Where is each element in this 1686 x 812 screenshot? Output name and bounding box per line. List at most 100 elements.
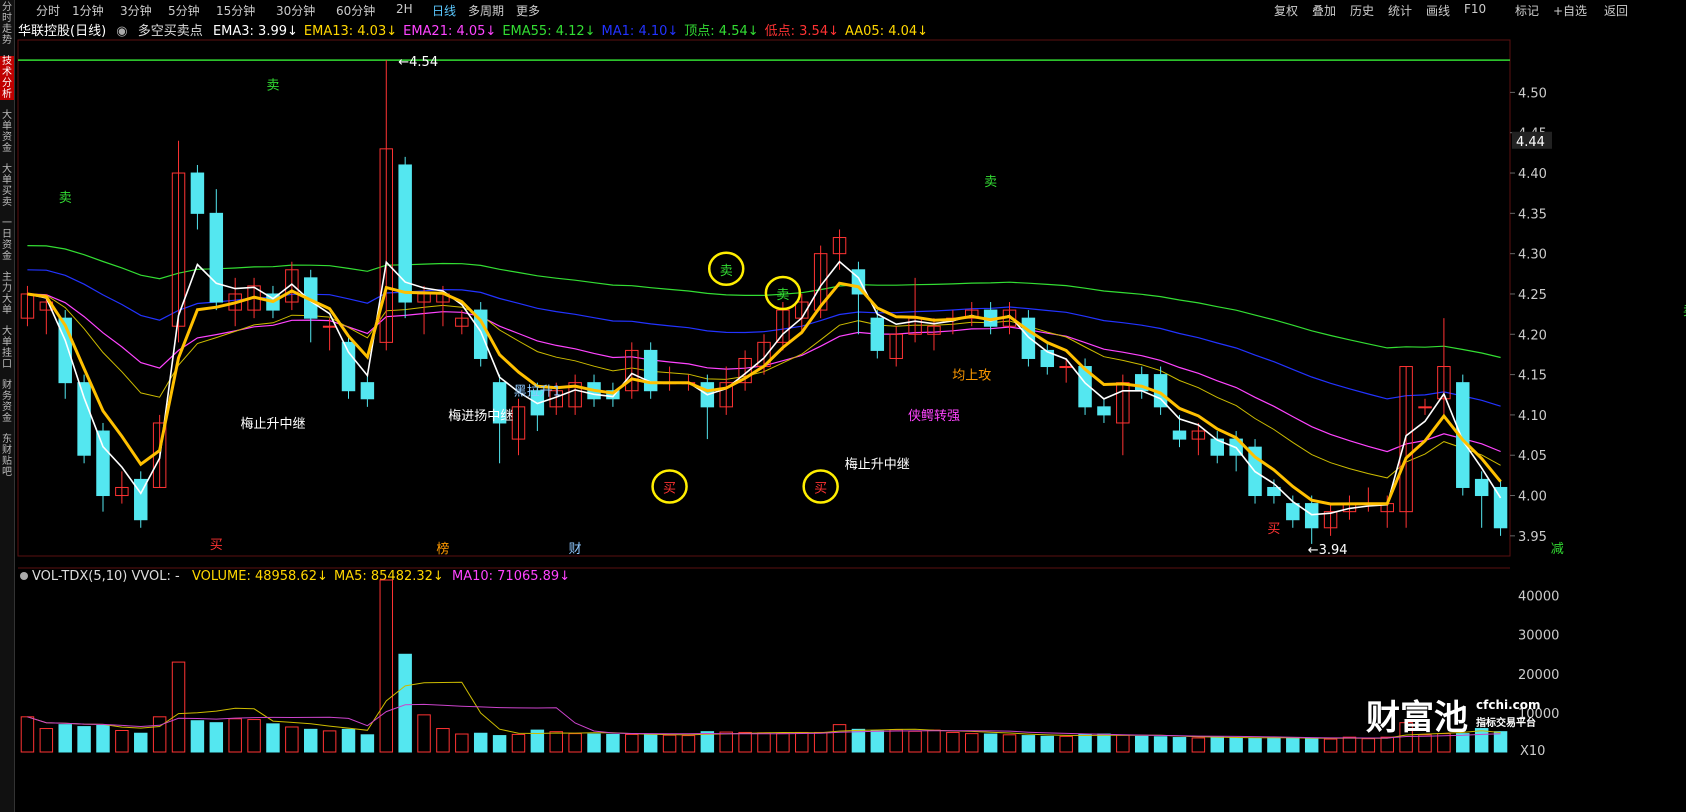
volume-axis-label-0: 40000 bbox=[1518, 590, 1559, 605]
volume-bar-53 bbox=[1021, 735, 1036, 753]
volume-ma5-line bbox=[27, 681, 1501, 739]
candle-body-53 bbox=[1021, 317, 1036, 359]
volume-bar-0 bbox=[20, 716, 35, 753]
volume-bar-32 bbox=[625, 733, 639, 753]
volume-bar-56 bbox=[1078, 733, 1092, 753]
signal-annotation-11: 黑拉升1 bbox=[514, 385, 561, 400]
watermark-site: cfchi.com bbox=[1476, 698, 1541, 712]
price-axis-label-4: 4.30 bbox=[1518, 248, 1547, 263]
volume-bar-31 bbox=[606, 733, 620, 753]
volume-bar-66 bbox=[1267, 737, 1281, 753]
price-axis-label-10: 4.00 bbox=[1518, 490, 1547, 505]
price-axis-label-0: 4.50 bbox=[1518, 86, 1547, 101]
volume-bar-51 bbox=[983, 733, 998, 753]
signal-annotation-12: 梅止升中继 bbox=[845, 457, 910, 472]
volume-bar-18 bbox=[360, 734, 375, 753]
volume-bar-9 bbox=[190, 720, 205, 753]
volume-axis-label-1: 30000 bbox=[1518, 629, 1559, 644]
volume-bar-11 bbox=[228, 718, 242, 753]
volume-bar-64 bbox=[1229, 737, 1243, 753]
volume-bar-14 bbox=[285, 726, 299, 753]
candle-body-3 bbox=[77, 382, 91, 456]
volume-bar-61 bbox=[1172, 737, 1187, 753]
signal-annotation-3: 卖 bbox=[776, 288, 789, 303]
signal-annotation-2: 卖 bbox=[720, 264, 733, 279]
candle-body-9 bbox=[190, 172, 205, 214]
high-label: ←4.54 bbox=[398, 55, 438, 70]
price-axis-label-3: 4.35 bbox=[1518, 207, 1547, 222]
volume-bar-15 bbox=[304, 728, 318, 753]
volume-bar-44 bbox=[851, 728, 866, 753]
volume-bar-1 bbox=[39, 728, 54, 753]
volume-bar-28 bbox=[549, 731, 563, 753]
volume-bar-21 bbox=[417, 714, 431, 753]
volume-bar-34 bbox=[662, 734, 677, 753]
candle-body-10 bbox=[209, 212, 224, 303]
volume-bar-52 bbox=[1002, 734, 1017, 753]
volume-axis-label-2: 20000 bbox=[1518, 668, 1559, 683]
candle-body-61 bbox=[1172, 430, 1187, 440]
volume-bar-77 bbox=[1474, 728, 1489, 753]
candle-body-33 bbox=[643, 349, 658, 392]
volume-gear-icon bbox=[20, 572, 28, 580]
signal-annotation-17: 财 bbox=[569, 542, 582, 557]
volume-bar-4 bbox=[96, 724, 110, 753]
volume-value-1: MA5: 85482.32↓ bbox=[334, 569, 444, 584]
volume-bar-2 bbox=[58, 724, 72, 753]
volume-bar-16 bbox=[322, 730, 337, 753]
volume-bar-62 bbox=[1191, 737, 1206, 753]
volume-bar-29 bbox=[568, 733, 582, 753]
volume-bar-71 bbox=[1361, 738, 1376, 753]
aa05-line bbox=[27, 281, 1502, 506]
volume-bar-60 bbox=[1153, 736, 1168, 753]
volume-bar-68 bbox=[1304, 738, 1319, 753]
price-axis-label-2: 4.40 bbox=[1518, 167, 1547, 182]
volume-bar-6 bbox=[134, 732, 148, 753]
current-price-label: 4.44 bbox=[1516, 135, 1545, 150]
candle-body-17 bbox=[341, 341, 356, 392]
volume-bar-54 bbox=[1040, 735, 1055, 753]
signal-annotation-10: 梅进扬中继 bbox=[448, 409, 513, 424]
volume-bar-22 bbox=[436, 728, 450, 753]
volume-bar-42 bbox=[813, 731, 828, 753]
candle-body-45 bbox=[870, 317, 885, 351]
candle-body-18 bbox=[360, 382, 375, 400]
volume-bar-23 bbox=[455, 733, 469, 753]
candle-body-78 bbox=[1493, 486, 1508, 529]
signal-annotation-7: 买 bbox=[814, 481, 827, 496]
candle-body-68 bbox=[1304, 503, 1319, 529]
candle-body-55 bbox=[1059, 366, 1073, 369]
volume-bar-41 bbox=[795, 731, 809, 753]
volume-bar-33 bbox=[643, 734, 658, 753]
volume-bar-55 bbox=[1059, 735, 1073, 753]
volume-bar-38 bbox=[738, 731, 752, 753]
signal-annotation-18: 减 bbox=[1551, 542, 1564, 557]
volume-bar-48 bbox=[927, 729, 941, 753]
volume-bar-3 bbox=[77, 726, 91, 753]
signal-annotation-13: 均上攻 bbox=[952, 369, 991, 384]
volume-bar-50 bbox=[965, 733, 979, 753]
volume-bar-19 bbox=[379, 579, 394, 753]
volume-bar-7 bbox=[152, 716, 167, 753]
volume-bar-35 bbox=[681, 735, 696, 753]
volume-bar-57 bbox=[1097, 733, 1111, 753]
volume-bar-20 bbox=[398, 653, 412, 753]
signal-annotation-0: 卖 bbox=[59, 191, 72, 206]
volume-bar-40 bbox=[776, 732, 790, 753]
price-axis-label-5: 4.25 bbox=[1518, 288, 1547, 303]
volume-bar-30 bbox=[587, 733, 601, 753]
volume-bar-25 bbox=[492, 735, 507, 753]
volume-bar-10 bbox=[209, 722, 224, 753]
volume-bar-39 bbox=[757, 732, 771, 753]
volume-bar-24 bbox=[473, 732, 488, 753]
volume-title: VOL-TDX(5,10) VVOL: - bbox=[32, 569, 180, 584]
volume-bar-26 bbox=[511, 733, 526, 753]
price-axis-label-6: 4.20 bbox=[1518, 328, 1547, 343]
price-axis-label-8: 4.10 bbox=[1518, 409, 1547, 424]
volume-bar-69 bbox=[1323, 738, 1338, 753]
volume-bar-5 bbox=[115, 730, 129, 753]
volume-multiplier: X10 bbox=[1520, 744, 1545, 759]
price-axis-label-9: 4.05 bbox=[1518, 449, 1547, 464]
volume-bar-13 bbox=[266, 723, 280, 753]
volume-bar-43 bbox=[832, 724, 847, 753]
